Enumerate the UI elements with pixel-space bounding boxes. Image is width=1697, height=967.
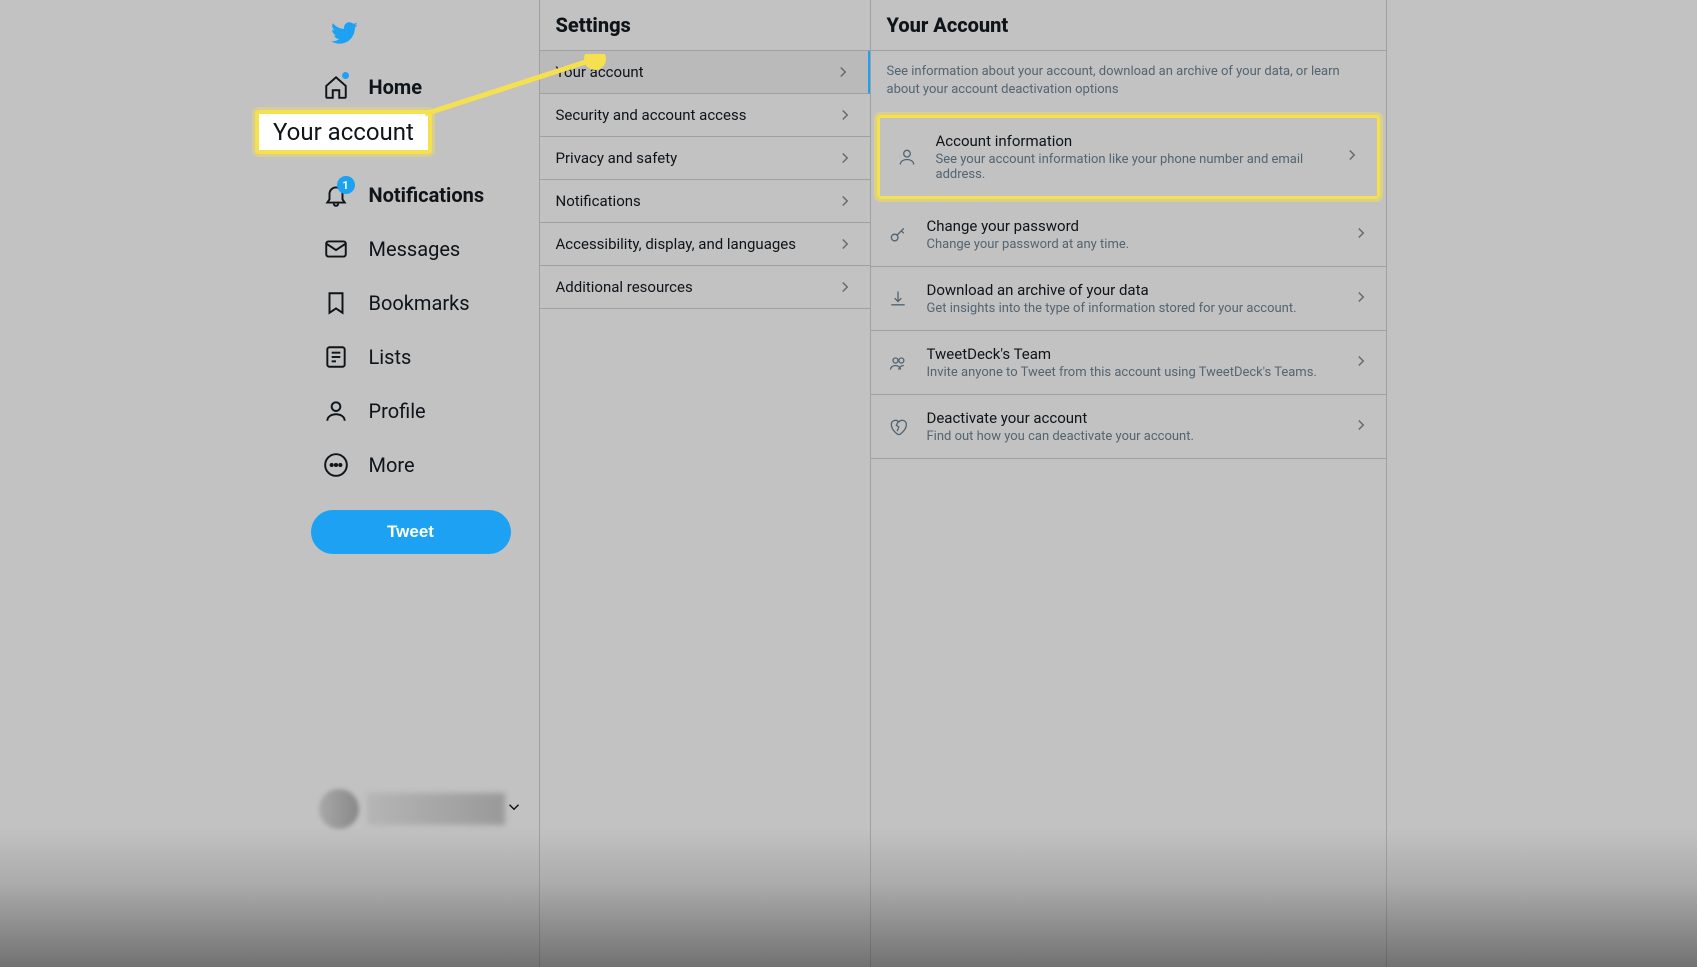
your-account-description: See information about your account, down…	[871, 51, 1386, 111]
item-subtitle: See your account information like your p…	[936, 152, 1343, 182]
twitter-logo[interactable]	[319, 8, 369, 58]
item-subtitle: Change your password at any time.	[927, 237, 1352, 252]
nav-notifications[interactable]: 1 Notifications	[311, 170, 539, 220]
nav-explore[interactable]	[311, 116, 539, 166]
settings-accessibility[interactable]: Accessibility, display, and languages	[540, 223, 870, 266]
settings-item-label: Accessibility, display, and languages	[556, 235, 796, 253]
nav-bookmarks[interactable]: Bookmarks	[311, 278, 539, 328]
hash-icon	[323, 128, 349, 154]
your-account-title: Your Account	[871, 0, 1386, 51]
user-icon	[896, 146, 918, 168]
account-information-item[interactable]: Account information See your account inf…	[877, 115, 1380, 199]
nav-bookmarks-label: Bookmarks	[369, 291, 470, 315]
nav-profile[interactable]: Profile	[311, 386, 539, 436]
settings-security[interactable]: Security and account access	[540, 94, 870, 137]
bookmark-icon	[323, 290, 349, 316]
settings-title: Settings	[540, 0, 870, 51]
nav-home-label: Home	[369, 75, 423, 99]
download-archive-item[interactable]: Download an archive of your data Get ins…	[871, 267, 1386, 331]
settings-item-label: Security and account access	[556, 106, 747, 124]
chevron-right-icon	[836, 278, 854, 296]
chevron-right-icon	[836, 192, 854, 210]
bell-icon: 1	[323, 182, 349, 208]
item-title: Account information	[936, 132, 1343, 150]
envelope-icon	[323, 236, 349, 262]
chevron-down-icon	[505, 798, 523, 820]
nav-profile-label: Profile	[369, 399, 426, 423]
account-info-blurred	[367, 793, 505, 825]
item-title: Change your password	[927, 217, 1352, 235]
notification-badge: 1	[337, 176, 355, 194]
nav-messages-label: Messages	[369, 237, 461, 261]
chevron-right-icon	[834, 63, 852, 81]
item-subtitle: Invite anyone to Tweet from this account…	[927, 365, 1352, 380]
settings-item-label: Privacy and safety	[556, 149, 678, 167]
settings-notifications[interactable]: Notifications	[540, 180, 870, 223]
chevron-right-icon	[1352, 224, 1370, 246]
item-title: Download an archive of your data	[927, 281, 1352, 299]
nav-lists-label: Lists	[369, 345, 412, 369]
nav-lists[interactable]: Lists	[311, 332, 539, 382]
settings-item-label: Notifications	[556, 192, 641, 210]
item-subtitle: Get insights into the type of informatio…	[927, 301, 1352, 316]
settings-item-label: Your account	[556, 63, 644, 81]
settings-privacy[interactable]: Privacy and safety	[540, 137, 870, 180]
chevron-right-icon	[1343, 146, 1361, 168]
nav-notifications-label: Notifications	[369, 183, 485, 207]
nav-messages[interactable]: Messages	[311, 224, 539, 274]
chevron-right-icon	[836, 106, 854, 124]
home-icon	[323, 74, 349, 100]
chevron-right-icon	[1352, 416, 1370, 438]
key-icon	[887, 224, 909, 246]
settings-item-label: Additional resources	[556, 278, 693, 296]
avatar	[319, 789, 359, 829]
team-icon	[887, 352, 909, 374]
deactivate-account-item[interactable]: Deactivate your account Find out how you…	[871, 395, 1386, 459]
item-title: TweetDeck's Team	[927, 345, 1352, 363]
tweet-button[interactable]: Tweet	[311, 510, 511, 554]
chevron-right-icon	[1352, 288, 1370, 310]
download-icon	[887, 288, 909, 310]
item-subtitle: Find out how you can deactivate your acc…	[927, 429, 1352, 444]
bottom-gradient	[0, 827, 1697, 967]
settings-your-account[interactable]: Your account	[540, 51, 870, 94]
nav-more-label: More	[369, 453, 415, 477]
chevron-right-icon	[1352, 352, 1370, 374]
chevron-right-icon	[836, 235, 854, 253]
nav-more[interactable]: More	[311, 440, 539, 490]
settings-additional[interactable]: Additional resources	[540, 266, 870, 309]
tweetdeck-team-item[interactable]: TweetDeck's Team Invite anyone to Tweet …	[871, 331, 1386, 395]
chevron-right-icon	[836, 149, 854, 167]
item-title: Deactivate your account	[927, 409, 1352, 427]
profile-icon	[323, 398, 349, 424]
nav-home[interactable]: Home	[311, 62, 539, 112]
list-icon	[323, 344, 349, 370]
heartbreak-icon	[887, 416, 909, 438]
change-password-item[interactable]: Change your password Change your passwor…	[871, 203, 1386, 267]
more-icon	[323, 452, 349, 478]
